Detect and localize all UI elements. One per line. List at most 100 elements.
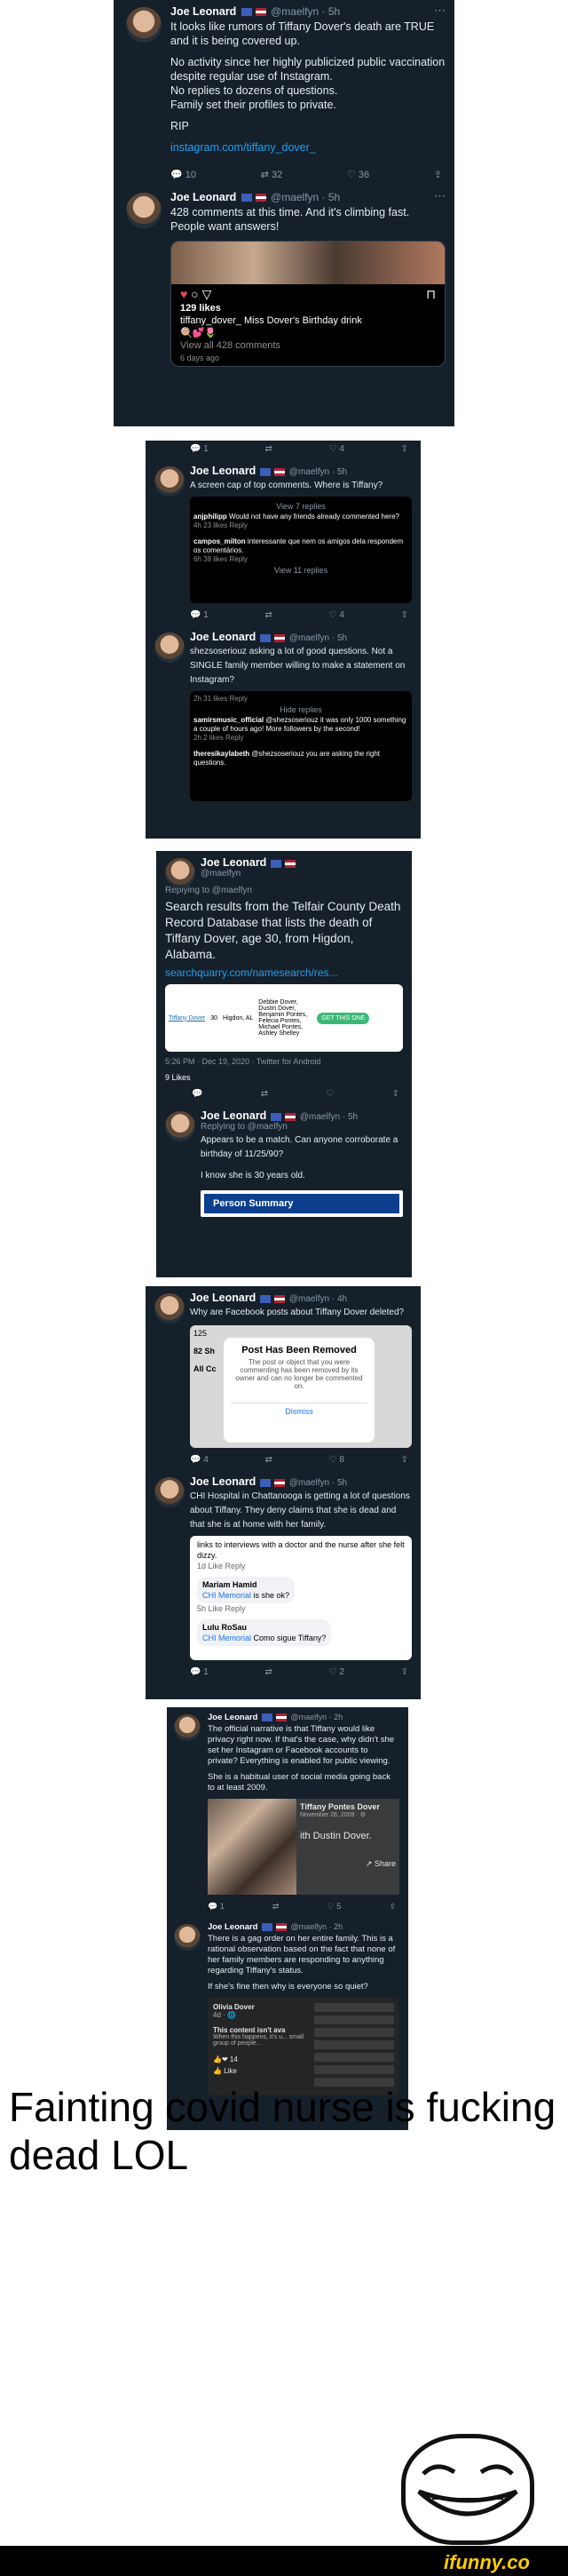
- retweet-button[interactable]: ⇄: [265, 1667, 272, 1677]
- share-icon[interactable]: ⇪: [389, 1902, 396, 1912]
- share-button[interactable]: Share: [375, 1859, 396, 1868]
- like-button[interactable]: ♡ 36: [347, 169, 369, 180]
- avatar[interactable]: [126, 7, 162, 43]
- like-total[interactable]: 9 Likes: [165, 1073, 403, 1082]
- author-name[interactable]: Joe Leonard: [190, 1292, 256, 1304]
- cross-flag-icon: [271, 859, 282, 868]
- avatar[interactable]: [165, 858, 195, 888]
- get-this-one-button[interactable]: GET THIS ONE: [317, 1012, 370, 1024]
- comment-user[interactable]: samirsmusic_official: [193, 716, 264, 724]
- handle-time: @maelfyn · 5h: [288, 633, 348, 643]
- author-name[interactable]: Joe Leonard: [170, 191, 236, 203]
- heart-icon[interactable]: ♥: [180, 287, 187, 301]
- us-flag-icon: [274, 1294, 286, 1303]
- author-name[interactable]: Joe Leonard: [201, 856, 266, 869]
- avatar[interactable]: [154, 1477, 185, 1507]
- view-replies-link[interactable]: View 7 replies: [193, 502, 408, 511]
- comment-user[interactable]: campos_milton: [193, 537, 246, 545]
- fb-name[interactable]: Tiffany Pontes Dover: [300, 1802, 396, 1811]
- avatar[interactable]: [174, 1714, 201, 1741]
- tweet-link[interactable]: instagram.com/tiffany_dover_: [170, 140, 446, 155]
- reply-button[interactable]: 💬 10: [170, 169, 196, 180]
- reply-button[interactable]: 💬 1: [190, 444, 209, 454]
- retweet-icon[interactable]: ⇄: [261, 1089, 268, 1099]
- like-button[interactable]: ♡ 4: [329, 444, 344, 454]
- person-summary-button[interactable]: Person Summary: [204, 1194, 399, 1213]
- avatar[interactable]: [165, 1111, 195, 1141]
- retweet-button[interactable]: ⇄: [265, 610, 272, 620]
- author-name[interactable]: Joe Leonard: [170, 5, 236, 18]
- tweet[interactable]: Joe Leonard @maelfyn · 5h CHI Hospital i…: [146, 1470, 421, 1664]
- bookmark-icon[interactable]: ⊓: [426, 288, 436, 300]
- avatar[interactable]: [154, 1293, 185, 1324]
- fb-like-button[interactable]: Like: [224, 2067, 237, 2075]
- tweet[interactable]: Joe Leonard @maelfyn · 2h There is a gag…: [167, 1917, 408, 2099]
- avatar[interactable]: [154, 632, 185, 663]
- ig-view-comments[interactable]: View all 428 comments: [180, 339, 436, 352]
- retweet-button[interactable]: ⇄: [265, 1455, 272, 1465]
- retweet-button[interactable]: ⇄: [265, 444, 272, 454]
- dismiss-button[interactable]: Dismiss: [231, 1403, 367, 1416]
- hide-replies-link[interactable]: Hide replies: [193, 705, 408, 714]
- tag-link[interactable]: CHI Memorial: [202, 1634, 251, 1642]
- replying-to[interactable]: Replying to @maelfyn: [165, 886, 403, 895]
- more-icon[interactable]: ⋯: [434, 4, 446, 18]
- share-icon[interactable]: ⇪: [392, 1089, 399, 1099]
- retweet-count: 32: [271, 170, 283, 180]
- retweet-button[interactable]: ⇄: [272, 1902, 280, 1912]
- author-name[interactable]: Joe Leonard: [190, 631, 256, 643]
- reply-button[interactable]: 💬 1: [208, 1902, 225, 1912]
- share-icon[interactable]: ⇪: [401, 1667, 408, 1677]
- tweet[interactable]: Joe Leonard @maelfyn · 5h ⋯ It looks lik…: [114, 0, 454, 165]
- comment-user[interactable]: Mariam Hamid: [202, 1580, 257, 1589]
- comment-user[interactable]: theresikaylabeth: [193, 750, 249, 758]
- author-name[interactable]: Joe Leonard: [201, 1109, 266, 1122]
- send-icon[interactable]: ▽: [202, 287, 212, 301]
- author-name[interactable]: Joe Leonard: [208, 1713, 258, 1722]
- like-button[interactable]: ♡ 4: [329, 610, 344, 620]
- handle-time: @maelfyn · 5h: [299, 1112, 359, 1122]
- view-replies-link[interactable]: View 11 replies: [193, 566, 408, 575]
- reply-button[interactable]: 💬 1: [190, 1667, 209, 1677]
- record-name[interactable]: Tiffany Dover: [169, 1015, 205, 1022]
- tweet[interactable]: Joe Leonard @maelfyn · 2h The official n…: [167, 1707, 408, 1898]
- author-name[interactable]: Joe Leonard: [190, 465, 256, 477]
- fb-user[interactable]: Olivia Dover: [213, 2003, 311, 2011]
- share-icon[interactable]: ⇪: [401, 610, 408, 620]
- instagram-embed[interactable]: ♥ ○ ▽ ⊓ 129 likes tiffany_dover_ Miss Do…: [170, 241, 446, 367]
- tweet[interactable]: Joe Leonard @maelfyn · 5h ⋯ 428 comments…: [114, 186, 454, 237]
- share-icon[interactable]: ⇪: [401, 1455, 408, 1465]
- comment-user[interactable]: anjphilipp: [193, 513, 227, 521]
- share-icon[interactable]: ⇪: [434, 169, 442, 180]
- tweet[interactable]: Joe Leonard @maelfyn · 5h Replying to @m…: [156, 1104, 412, 1220]
- avatar[interactable]: [154, 466, 185, 497]
- reply-button[interactable]: 💬 4: [190, 1455, 209, 1465]
- avatar[interactable]: [126, 193, 162, 228]
- tweet-link[interactable]: searchquarry.com/namesearch/res...: [165, 966, 403, 979]
- photo-grid: [208, 1799, 296, 1895]
- tag-link[interactable]: CHI Memorial: [202, 1591, 251, 1600]
- like-button[interactable]: ♡ 8: [329, 1455, 344, 1465]
- ig-caption: tiffany_dover_ Miss Dover's Birthday dri…: [180, 315, 362, 326]
- share-icon[interactable]: ⇪: [401, 444, 408, 454]
- tweet[interactable]: Joe Leonard @maelfyn: [156, 851, 412, 888]
- tweet[interactable]: Joe Leonard @maelfyn · 5h A screen cap o…: [146, 459, 421, 607]
- reply-button[interactable]: 💬 1: [190, 610, 209, 620]
- retweet-button[interactable]: ⇄ 32: [261, 169, 283, 180]
- like-button[interactable]: ♡ 2: [329, 1667, 344, 1677]
- more-icon[interactable]: ⋯: [434, 189, 446, 203]
- ifunny-logo[interactable]: ifunny.co: [444, 2551, 530, 2574]
- ig-emoji: 🍭💕🌷: [180, 328, 217, 338]
- tweet[interactable]: Joe Leonard @maelfyn · 5h shezsoseriouz …: [146, 625, 421, 805]
- author-name[interactable]: Joe Leonard: [190, 1475, 256, 1488]
- comment-user[interactable]: Lulu RoSau: [202, 1623, 247, 1632]
- tweet[interactable]: Joe Leonard @maelfyn · 4h Why are Facebo…: [146, 1286, 421, 1451]
- reply-icon[interactable]: 💬: [192, 1089, 202, 1099]
- avatar[interactable]: [174, 1924, 201, 1951]
- replying-to[interactable]: Replying to @maelfyn: [201, 1122, 403, 1132]
- comment-icon[interactable]: ○: [191, 287, 198, 301]
- like-button[interactable]: ♡ 5: [327, 1902, 342, 1912]
- like-icon[interactable]: ♡: [326, 1089, 334, 1099]
- like-icon[interactable]: 👍: [213, 2067, 222, 2075]
- author-name[interactable]: Joe Leonard: [208, 1922, 258, 1932]
